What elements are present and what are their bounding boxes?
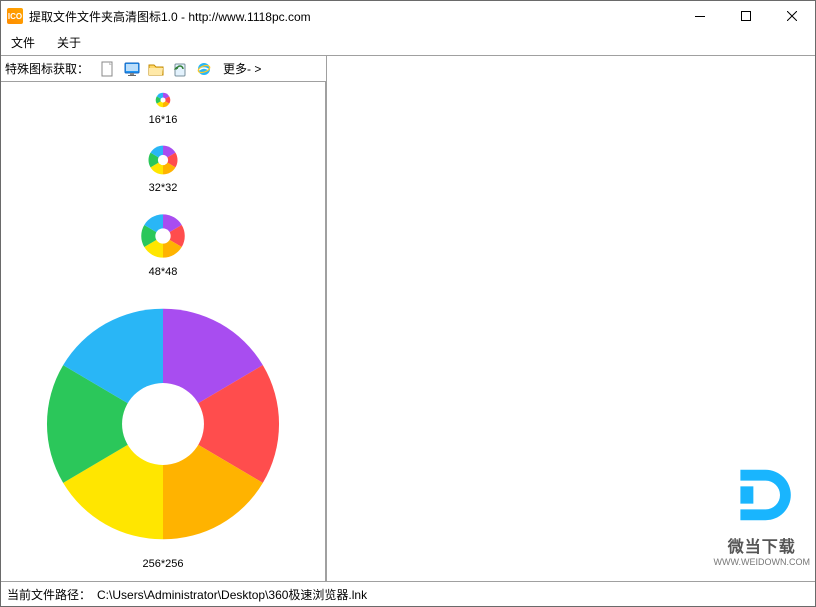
statusbar: 当前文件路径： C:\Users\Administrator\Desktop\3… xyxy=(1,582,815,606)
browser-icon xyxy=(147,144,179,176)
ie-icon[interactable] xyxy=(195,60,213,78)
app-icon: ICO xyxy=(7,8,23,24)
size-label-256: 256*256 xyxy=(1,558,325,570)
menubar: 文件 关于 xyxy=(1,31,815,55)
monitor-icon[interactable] xyxy=(123,60,141,78)
icon-preview-32[interactable]: 32*32 xyxy=(1,144,325,194)
icon-preview-48[interactable]: 48*48 xyxy=(1,212,325,278)
titlebar: ICO 提取文件文件夹高清图标1.0 - http://www.1118pc.c… xyxy=(1,1,815,31)
content-area: 特殊图标获取： 更多- > 16*16 32*32 xyxy=(1,55,815,582)
toolbar-label: 特殊图标获取： xyxy=(5,60,89,77)
left-panel: 特殊图标获取： 更多- > 16*16 32*32 xyxy=(1,56,327,581)
body-area: 特殊图标获取： 更多- > 16*16 32*32 xyxy=(1,55,815,606)
current-file-path: C:\Users\Administrator\Desktop\360极速浏览器.… xyxy=(97,586,367,603)
folder-icon[interactable] xyxy=(147,60,165,78)
recycle-bin-icon[interactable] xyxy=(171,60,189,78)
unknown-file-icon[interactable] xyxy=(99,60,117,78)
browser-icon xyxy=(155,92,171,108)
maximize-button[interactable] xyxy=(723,1,769,31)
browser-icon xyxy=(139,212,187,260)
close-button[interactable] xyxy=(769,1,815,31)
window-title: 提取文件文件夹高清图标1.0 - http://www.1118pc.com xyxy=(29,8,311,25)
more-button[interactable]: 更多- > xyxy=(221,60,263,77)
window-controls xyxy=(677,1,815,31)
size-label-48: 48*48 xyxy=(1,266,325,278)
icon-size-list[interactable]: 16*16 32*32 48*48 256*256 xyxy=(1,82,326,581)
minimize-button[interactable] xyxy=(677,1,723,31)
icon-preview-256[interactable]: 256*256 xyxy=(1,296,325,570)
path-label: 当前文件路径： xyxy=(7,586,91,603)
icon-preview-16[interactable]: 16*16 xyxy=(1,92,325,126)
right-panel xyxy=(327,56,815,581)
size-label-16: 16*16 xyxy=(1,114,325,126)
size-label-32: 32*32 xyxy=(1,182,325,194)
special-icon-toolbar: 特殊图标获取： 更多- > xyxy=(1,56,326,82)
app-window: ICO 提取文件文件夹高清图标1.0 - http://www.1118pc.c… xyxy=(0,0,816,607)
menu-about[interactable]: 关于 xyxy=(53,32,85,53)
browser-icon xyxy=(35,296,291,552)
menu-file[interactable]: 文件 xyxy=(7,32,39,53)
